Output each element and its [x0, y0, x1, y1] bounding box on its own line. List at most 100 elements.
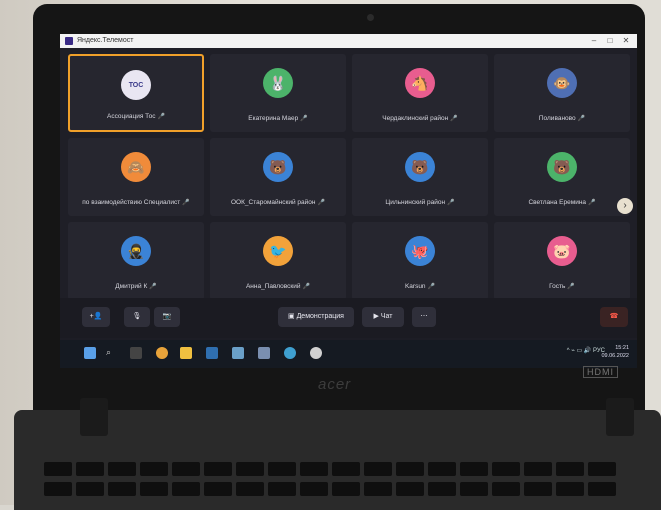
key: [300, 482, 328, 496]
windows-start-icon[interactable]: [84, 347, 96, 359]
octopus-avatar-icon: 🐙: [405, 236, 435, 266]
mic-muted-icon: 🎤: [567, 284, 575, 290]
participant-name: Дмитрий К 🎤: [115, 283, 157, 290]
key: [524, 482, 552, 496]
monkey-avatar-icon: 🙈: [121, 152, 151, 182]
window-titlebar: Яндекс.Телемост – □ ✕: [60, 34, 637, 48]
key: [172, 462, 200, 476]
key: [492, 482, 520, 496]
key: [300, 462, 328, 476]
key: [524, 462, 552, 476]
window-title: Яндекс.Телемост: [77, 37, 134, 44]
bear-avatar-icon: 🐻: [547, 152, 577, 182]
participant-name: Екатерина Маер 🎤: [248, 115, 308, 122]
hdmi-label: HDMI: [583, 366, 618, 378]
mic-muted-icon: 🎤: [300, 116, 308, 122]
mic-muted-icon: 🎤: [302, 284, 311, 290]
participant-tile[interactable]: 🐻 ООК_Старомайнский район 🎤: [210, 138, 346, 216]
key: [140, 462, 168, 476]
file-explorer-icon[interactable]: [180, 347, 192, 359]
bear-avatar-icon: 🐻: [405, 152, 435, 182]
key: [396, 462, 424, 476]
mic-muted-icon: 🎤: [588, 200, 596, 206]
screen-share-button[interactable]: ▣ Демонстрация: [278, 307, 354, 327]
next-page-chevron-icon[interactable]: ›: [617, 198, 633, 214]
more-button[interactable]: ⋯: [412, 307, 436, 327]
participants-grid: ТОС Ассоциация Тос 🎤 🐰 Екатерина Маер 🎤 🐴 …: [60, 48, 637, 300]
monkey-avatar-icon: 🐵: [547, 68, 577, 98]
chat-button[interactable]: ▶ Чат: [362, 307, 404, 327]
participant-tile[interactable]: ТОС Ассоциация Тос 🎤: [68, 54, 204, 132]
function-key-row: [44, 462, 616, 478]
search-icon[interactable]: ⌕: [106, 347, 118, 359]
camera-off-button[interactable]: 📷: [154, 307, 180, 327]
key: [204, 462, 232, 476]
right-hinge: [606, 398, 634, 436]
number-key-row: [44, 482, 616, 498]
key: [236, 462, 264, 476]
minimize-button[interactable]: –: [587, 34, 601, 48]
key: [460, 482, 488, 496]
mic-muted-icon: 🎤: [450, 116, 458, 122]
chrome-icon[interactable]: [156, 347, 168, 359]
key: [364, 482, 392, 496]
close-button[interactable]: ✕: [619, 34, 633, 48]
photoshop-icon[interactable]: [206, 347, 218, 359]
participant-tile[interactable]: 🐵 Поливаново 🎤: [494, 54, 630, 132]
key: [108, 462, 136, 476]
app-icon[interactable]: [258, 347, 270, 359]
system-tray: ^ ⌁ ▭ 🔊 РУС: [566, 348, 605, 354]
screen-share-icon: ▣: [288, 313, 297, 320]
key: [428, 482, 456, 496]
key: [44, 482, 72, 496]
participant-name: по взаимодействию Специалист 🎤: [82, 199, 190, 206]
webcam: [367, 14, 374, 21]
key: [556, 462, 584, 476]
pig-avatar-icon: 🐷: [547, 236, 577, 266]
chat-icon: ▶: [373, 313, 381, 320]
participant-name: Анна_Павловский 🎤: [245, 283, 311, 290]
mic-icon: 🎤: [157, 114, 165, 120]
key: [76, 482, 104, 496]
telemost-taskbar-icon[interactable]: [310, 347, 322, 359]
key: [204, 482, 232, 496]
bird-avatar-icon: 🐦: [263, 236, 293, 266]
key: [172, 482, 200, 496]
participant-tile[interactable]: 🙈 по взаимодействию Специалист 🎤: [68, 138, 204, 216]
participant-tile[interactable]: 🐙 Karsun 🎤: [352, 222, 488, 300]
mic-muted-icon: 🎤: [447, 200, 455, 206]
key: [588, 462, 616, 476]
maximize-button[interactable]: □: [603, 34, 617, 48]
participant-name: ООК_Старомайнский район 🎤: [231, 199, 325, 206]
participant-tile[interactable]: 🐻 Цильнинский район 🎤: [352, 138, 488, 216]
key: [332, 482, 360, 496]
participant-name: Ассоциация Тос 🎤: [107, 113, 165, 120]
participant-name: Цильнинский район 🎤: [385, 199, 455, 206]
participant-name: Светлана Еремина 🎤: [528, 199, 596, 206]
participant-name: Поливаново 🎤: [538, 115, 586, 122]
participant-tile[interactable]: 🐦 Анна_Павловский 🎤: [210, 222, 346, 300]
participant-tile[interactable]: 🐰 Екатерина Маер 🎤: [210, 54, 346, 132]
key: [76, 462, 104, 476]
participant-tile[interactable]: 🐻 Светлана Еремина 🎤: [494, 138, 630, 216]
app-icon[interactable]: [232, 347, 244, 359]
task-view-icon[interactable]: [130, 347, 142, 359]
participant-tile[interactable]: 🐷 Гость 🎤: [494, 222, 630, 300]
participant-tile[interactable]: 🥷 Дмитрий К 🎤: [68, 222, 204, 300]
key: [236, 482, 264, 496]
participant-tile[interactable]: 🐴 Чердаклинский район 🎤: [352, 54, 488, 132]
add-participant-button[interactable]: +👤: [82, 307, 110, 327]
browser-icon[interactable]: [284, 347, 296, 359]
hang-up-button[interactable]: ☎: [600, 307, 628, 327]
key: [556, 482, 584, 496]
app-logo-icon: [65, 37, 73, 45]
screen: Яндекс.Телемост – □ ✕ ТОС Ассоциация Тос…: [60, 34, 637, 368]
rabbit-avatar-icon: 🐰: [263, 68, 293, 98]
mic-muted-icon: 🎤: [577, 116, 586, 122]
microphone-button[interactable]: 🎙: [124, 307, 150, 327]
clock: 15:21 09.06.2022: [601, 345, 629, 359]
mic-muted-icon: 🎤: [427, 284, 436, 290]
key: [364, 462, 392, 476]
key: [588, 482, 616, 496]
left-hinge: [80, 398, 108, 436]
